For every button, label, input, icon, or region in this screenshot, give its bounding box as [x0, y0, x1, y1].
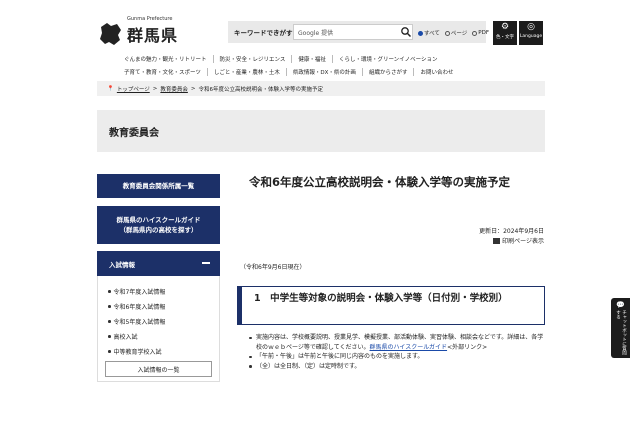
language-button[interactable]: ◎ Language — [519, 21, 543, 45]
entrance-list-more-button[interactable]: 入試情報の一覧 — [105, 361, 212, 377]
color-text-button[interactable]: ⚙ 色・文字 — [493, 21, 517, 45]
radio-icon — [444, 30, 450, 36]
section-header: 教育委員会 — [97, 110, 545, 152]
radio-page[interactable]: ページ — [444, 29, 467, 37]
breadcrumb-home[interactable]: トップページ — [117, 85, 150, 93]
gunma-map-icon — [100, 23, 121, 45]
notes-list: 実施内容は、学校概要説明、授業見学、模擬授業、部活動体験、実習体験、相談会などで… — [248, 333, 545, 371]
bullet-icon — [249, 365, 252, 368]
search-scope-radios: すべて ページ PDF — [418, 29, 489, 37]
sidebar-item-r7[interactable]: 令和7年度入試情報 — [108, 284, 219, 299]
breadcrumb-education-board[interactable]: 教育委員会 — [160, 85, 188, 93]
note-item: 「午前・午後」は午前と午後に同じ内容のものを実施します。 — [248, 352, 545, 362]
search-placeholder: Google 提供 — [298, 30, 334, 37]
chatbot-button[interactable]: 💬 チャットボットに質問する — [611, 298, 630, 358]
nav-item-education[interactable]: 子育て・教育・文化・スポーツ — [118, 68, 207, 76]
bullet-icon — [108, 320, 111, 323]
location-pin-icon: 📍 — [107, 85, 114, 92]
breadcrumb: 📍 トップページ > 教育委員会 > 令和6年度公立高校説明会・体験入学等の実施… — [97, 81, 545, 96]
page: Gunma Prefecture 群馬県 キーワードできがす Google 提供… — [0, 0, 640, 426]
print-link[interactable]: 印刷ページ表示 — [493, 236, 544, 245]
chat-bubble-icon: 💬 — [616, 301, 625, 309]
nav-item-health[interactable]: 健康・福祉 — [291, 54, 332, 63]
nav-item-work[interactable]: しごと・産業・農林・土木 — [206, 67, 286, 76]
sidebar-button-highschool-guide[interactable]: 群馬県のハイスクールガイド （群馬県内の高校を探す） — [97, 206, 220, 244]
sidebar-accordion-entrance-exam[interactable]: 入試情報 — [97, 251, 220, 276]
as-of-date: （令和6年9月6日現在） — [240, 264, 306, 271]
breadcrumb-separator: > — [190, 85, 196, 92]
radio-icon — [472, 30, 478, 36]
breadcrumb-separator: > — [152, 85, 158, 92]
logo-title: 群馬県 — [127, 26, 179, 45]
nav-item-living[interactable]: くらし・環境・グリーンイノベーション — [331, 54, 444, 63]
bullet-icon — [249, 355, 252, 358]
page-title: 令和6年度公立高校説明会・体験入学等の実施予定 — [249, 175, 510, 189]
nav-item-charm[interactable]: ぐんまの魅力・観光・リトリート — [118, 55, 213, 63]
global-nav: ぐんまの魅力・観光・リトリート 防災・安全・レジリエンス 健康・福祉 くらし・環… — [118, 52, 498, 78]
sidebar-item-r6[interactable]: 令和6年度入試情報 — [108, 299, 219, 314]
sidebar-item-r5[interactable]: 令和5年度入試情報 — [108, 314, 219, 329]
note-item: （全）は全日制、（定）は定時制です。 — [248, 362, 545, 372]
breadcrumb-current: 令和6年度公立高校説明会・体験入学等の実施予定 — [198, 86, 323, 93]
note-item: 実施内容は、学校概要説明、授業見学、模擬授業、部活動体験、実習体験、相談会などで… — [248, 333, 545, 352]
sidebar-button-affiliates[interactable]: 教育委員会関係所属一覧 — [97, 174, 220, 198]
bullet-icon — [108, 335, 111, 338]
bullet-icon — [108, 305, 111, 308]
globe-icon: ◎ — [527, 22, 535, 32]
global-nav-row-2: 子育て・教育・文化・スポーツ しごと・産業・農林・土木 県政情報・DX・県の計画… — [118, 65, 498, 78]
gear-icon: ⚙ — [500, 22, 510, 32]
section-title: 教育委員会 — [109, 128, 159, 139]
bullet-icon — [108, 290, 111, 293]
radio-pdf[interactable]: PDF — [472, 29, 489, 37]
collapse-minus-icon — [202, 262, 210, 264]
highschool-guide-link[interactable]: 群馬県のハイスクールガイド — [370, 344, 448, 351]
radio-selected-icon — [418, 30, 423, 36]
bullet-icon — [249, 336, 252, 339]
radio-all[interactable]: すべて — [418, 29, 440, 37]
nav-item-govt[interactable]: 県政情報・DX・県の計画 — [285, 67, 362, 76]
search-bar: キーワードできがす Google 提供 すべて ページ PDF — [228, 21, 489, 43]
nav-item-organization[interactable]: 組織からさがす — [361, 67, 414, 76]
sidebar-item-secondary[interactable]: 中等教育学校入試 — [108, 344, 219, 359]
nav-item-safety[interactable]: 防災・安全・レジリエンス — [212, 54, 292, 63]
site-logo[interactable]: Gunma Prefecture 群馬県 — [97, 16, 177, 50]
search-label: キーワードできがす — [234, 29, 293, 37]
global-nav-row-1: ぐんまの魅力・観光・リトリート 防災・安全・レジリエンス 健康・福祉 くらし・環… — [118, 52, 498, 65]
updated-date: 更新日：2024年9月6日 — [479, 228, 544, 235]
nav-item-contact[interactable]: お問い合わせ — [413, 67, 459, 76]
external-link-label: <外部リンク> — [447, 343, 488, 351]
search-icon[interactable] — [400, 26, 412, 38]
section-heading-1: 1 中学生等対象の説明会・体験入学等（日付別・学校別） — [237, 286, 545, 325]
printer-icon — [493, 237, 501, 244]
bullet-icon — [108, 350, 111, 353]
sidebar-item-highschool[interactable]: 高校入試 — [108, 329, 219, 344]
